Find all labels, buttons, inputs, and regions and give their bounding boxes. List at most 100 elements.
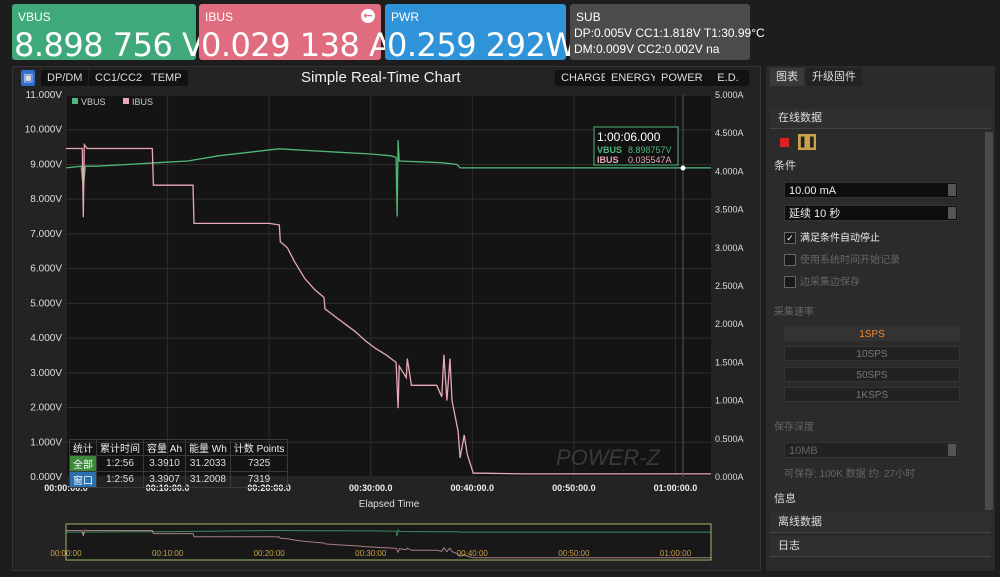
tab-chart[interactable]: 图表	[770, 68, 804, 86]
y-left-tick-label: 10.000V	[25, 125, 63, 136]
section-info[interactable]: 信息	[774, 490, 796, 506]
system-time-checkbox[interactable]: 使用系统时间开始记录	[784, 251, 900, 267]
y-left-tick-label: 3.000V	[30, 368, 62, 379]
delay-input[interactable]: 延续 10 秒	[784, 205, 958, 221]
powerz-watermark: POWER-Z	[556, 445, 661, 470]
stats-head-1: 累计时间	[96, 439, 144, 456]
checkbox-icon	[784, 276, 796, 289]
tab-firmware[interactable]: 升级固件	[806, 68, 862, 86]
stats-cell: 31.2033	[185, 455, 231, 472]
spin-icon[interactable]	[948, 207, 956, 219]
legend-vbus-swatch	[72, 98, 78, 104]
section-online-data[interactable]: 在线数据	[770, 108, 991, 129]
x-tick-label: 01:00:00.0	[654, 483, 698, 493]
record-icon[interactable]	[780, 138, 789, 147]
cursor-time: 1:00:06.000	[597, 130, 661, 144]
rate-50sps[interactable]: 50SPS	[784, 367, 960, 382]
stats-cell: 1:2:56	[96, 455, 144, 472]
y-left-tick-label: 6.000V	[30, 264, 62, 275]
y-left-tick-label: 7.000V	[30, 229, 62, 240]
save-while-checkbox[interactable]: 边采集边保存	[784, 273, 860, 289]
pause-icon[interactable]: ❚❚	[798, 134, 816, 150]
y-left-tick-label: 0.000V	[30, 472, 62, 483]
overview-tick-label: 00:50:00	[558, 549, 590, 558]
storage-depth-input[interactable]: 10MB	[784, 442, 958, 458]
overview-tick-label: 01:00:00	[660, 549, 692, 558]
rate-10sps[interactable]: 10SPS	[784, 346, 960, 361]
vbus-value: 8.898 756 V	[14, 26, 204, 64]
cursor-tooltip: 1:00:06.000 VBUS 8.898757V IBUS 0.035547…	[593, 126, 679, 166]
checkbox-checked-icon: ✓	[784, 232, 796, 245]
ibus-label: IBUS	[205, 10, 234, 24]
x-tick-label: 00:40:00.0	[451, 483, 495, 493]
sub-line-1: DP:0.005V CC1:1.818V T1:30.99°C	[574, 26, 765, 40]
y-left-tick-label: 5.000V	[30, 298, 62, 309]
y-axis-left: 0.000V 1.000V 2.000V 3.000V 4.000V 5.000V 6.00…	[25, 90, 63, 483]
stats-cell: 7325	[229, 455, 289, 472]
auto-stop-checkbox[interactable]: ✓ 满足条件自动停止	[784, 229, 880, 245]
overview-tick-label: 00:10:00	[152, 549, 184, 558]
stats-head-2: 容量 Ah	[142, 439, 187, 456]
storage-note: 可保存: 100K 数据 约: 27小时	[784, 469, 916, 480]
save-while-label: 边采集边保存	[800, 277, 860, 288]
storage-depth-value: 10MB	[789, 445, 818, 457]
y-right-tick-label: 0.000A	[715, 472, 744, 482]
y-left-tick-label: 9.000V	[30, 159, 62, 170]
section-offline-data[interactable]: 离线数据	[770, 512, 991, 533]
spin-icon[interactable]	[948, 444, 956, 456]
current-threshold-value: 10.00 mA	[789, 185, 837, 197]
cursor-ibus-value: 0.035547A	[628, 155, 672, 165]
x-tick-label: 00:30:00.0	[349, 483, 393, 493]
stats-cell: 3.3910	[142, 455, 187, 472]
cursor-vbus-label: VBUS	[597, 145, 622, 155]
arrow-left-icon[interactable]: ←	[361, 9, 375, 23]
y-right-tick-label: 0.500A	[715, 434, 744, 444]
chart-panel: ▣ DP/DM CC1/CC2 TEMP Simple Real-Time Ch…	[12, 66, 761, 571]
cursor-vbus-value: 8.898757V	[628, 145, 672, 155]
overview-tick-label: 00:00:00	[50, 549, 82, 558]
stats-row-window: 窗口	[69, 471, 97, 488]
auto-stop-label: 满足条件自动停止	[800, 233, 880, 244]
y-right-tick-label: 2.000A	[715, 319, 744, 329]
rate-1sps[interactable]: 1SPS	[784, 326, 960, 341]
cursor-dot	[680, 165, 686, 171]
main-chart[interactable]: 0.000V 1.000V 2.000V 3.000V 4.000V 5.000V 6.00…	[13, 67, 762, 572]
stats-cell: 1:2:56	[96, 471, 144, 488]
ibus-card: IBUS ← 0.029 138 A	[199, 4, 391, 64]
stats-head-4: 计数 Points	[229, 439, 289, 456]
y-right-tick-label: 4.000A	[715, 166, 744, 176]
rate-1ksps[interactable]: 1KSPS	[784, 387, 960, 402]
y-right-tick-label: 3.000A	[715, 243, 744, 253]
stats-head-0: 统计	[69, 439, 97, 456]
stats-cell: 7319	[229, 471, 289, 488]
spin-icon[interactable]	[948, 184, 956, 196]
y-right-tick-label: 2.500A	[715, 281, 744, 291]
y-left-tick-label: 4.000V	[30, 333, 62, 344]
side-scrollbar[interactable]	[985, 132, 993, 510]
section-log[interactable]: 日志	[770, 536, 991, 557]
vbus-card: VBUS 8.898 756 V	[12, 4, 204, 64]
sub-line-2: DM:0.009V CC2:0.002V na	[574, 42, 720, 56]
power-label: PWR	[391, 10, 419, 24]
x-tick-label: 00:50:00.0	[552, 483, 596, 493]
sample-rate-label: 采集速率	[774, 307, 814, 318]
y-right-tick-label: 3.500A	[715, 205, 744, 215]
x-axis-label: Elapsed Time	[359, 499, 420, 510]
vbus-label: VBUS	[18, 10, 51, 24]
y-right-tick-label: 1.500A	[715, 357, 744, 367]
power-value: 0.259 292W	[387, 26, 577, 64]
legend-vbus: VBUS	[81, 97, 106, 107]
y-right-tick-label: 5.000A	[715, 90, 744, 100]
stats-cell: 3.3907	[142, 471, 187, 488]
delay-value: 延续 10 秒	[789, 208, 841, 220]
legend-ibus: IBUS	[132, 97, 153, 107]
y-right-tick-label: 4.500A	[715, 128, 744, 138]
stats-row-all: 全部	[69, 455, 97, 472]
current-threshold-input[interactable]: 10.00 mA	[784, 182, 958, 198]
storage-depth-label: 保存深度	[774, 422, 814, 433]
stats-table: 统计 累计时间 容量 Ah 能量 Wh 计数 Points 全部 1:2:56 …	[69, 439, 289, 488]
y-left-tick-label: 2.000V	[30, 403, 62, 414]
y-axis-right: 0.000A 0.500A 1.000A 1.500A 2.000A 2.500A 3.00…	[715, 90, 744, 482]
condition-label: 条件	[774, 159, 796, 172]
side-panel: 图表 升级固件 在线数据 ❚❚ 条件 10.00 mA 延续 10 秒 ✓ 满足条…	[766, 66, 995, 571]
